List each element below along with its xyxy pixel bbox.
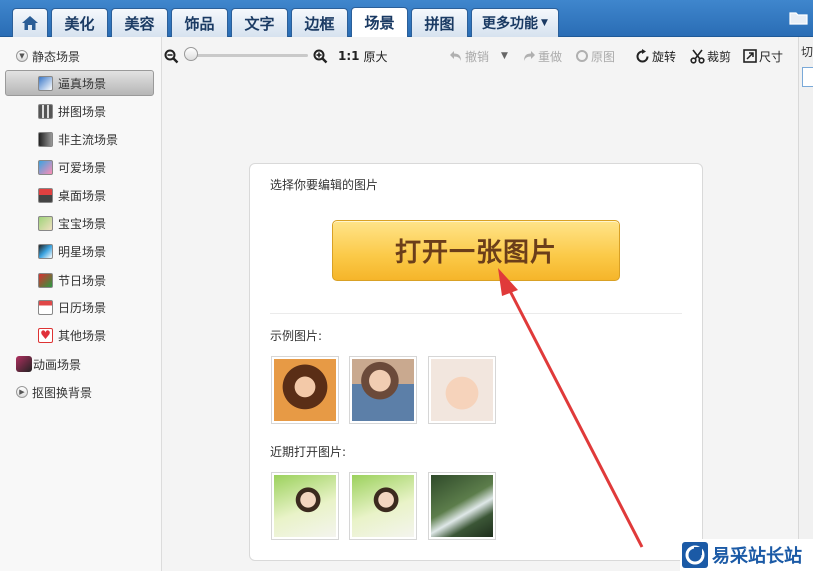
site-logo-icon xyxy=(682,542,708,568)
watermark-text: 易采站长站 xyxy=(712,546,802,567)
site-watermark: 易采站长站 xyxy=(680,539,813,571)
annotation-arrow xyxy=(498,268,644,548)
